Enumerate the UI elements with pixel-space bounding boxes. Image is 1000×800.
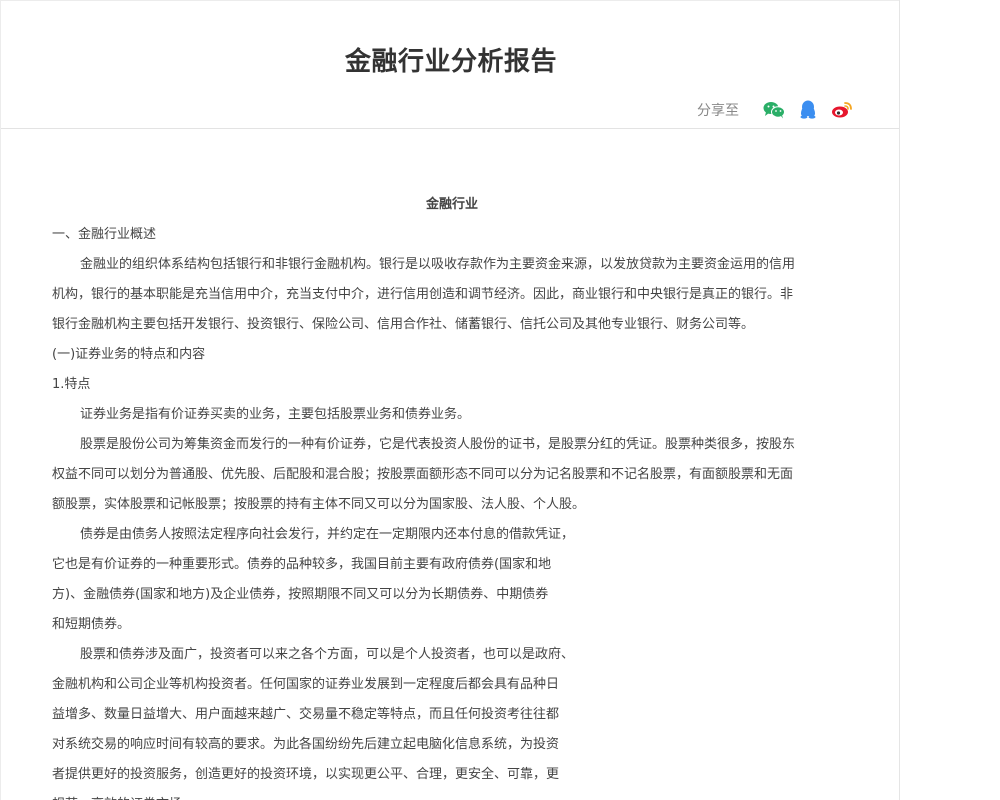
document-heading: 金融行业	[425, 197, 478, 212]
paragraph-line: 对系统交易的响应时间有较高的要求。为此各国纷纷先后建立起电脑化信息系统，为投资	[52, 737, 560, 752]
qq-icon[interactable]	[797, 99, 819, 121]
paragraph-line: 银行金融机构主要包括开发银行、投资银行、保险公司、信用合作社、储蓄银行、信托公司…	[52, 317, 755, 332]
paragraph-line: 金融业的组织体系结构包括银行和非银行金融机构。银行是以吸收存款作为主要资金来源，…	[80, 257, 796, 272]
paragraph-line: 和短期债券。	[52, 617, 131, 632]
paragraph-line: 金融机构和公司企业等机构投资者。任何国家的证券业发展到一定程度后都会具有品种日	[52, 677, 560, 692]
share-bar: 分享至	[697, 98, 853, 122]
paragraph-line: (一)证券业务的特点和内容	[52, 347, 206, 362]
paragraph-line: 权益不同可以划分为普通股、优先股、后配股和混合股；按股票面额形态不同可以分为记名…	[52, 467, 794, 482]
report-card: 金融行业分析报告 分享至 金融行业 一、金融行业概述 金融业的组织体系结构包括银…	[0, 0, 900, 800]
document-body: 金融行业 一、金融行业概述金融业的组织体系结构包括银行和非银行金融机构。银行是以…	[52, 190, 852, 800]
paragraph-line: 方)、金融债券(国家和地方)及企业债券，按照期限不同又可以分为长期债券、中期债券	[52, 587, 549, 602]
paragraph-line: 股票是股份公司为筹集资金而发行的一种有价证券，它是代表投资人股份的证书，是股票分…	[80, 437, 796, 452]
paragraph-line: 一、金融行业概述	[52, 227, 157, 242]
paragraph-line: 规范、高效的证券市场。	[52, 790, 852, 800]
paragraph-line: 额股票，实体股票和记帐股票；按股票的持有主体不同又可以分为国家股、法人股、个人股…	[52, 497, 586, 512]
paragraph-line: 证券业务是指有价证券买卖的业务，主要包括股票业务和债券业务。	[80, 407, 471, 422]
report-header: 金融行业分析报告 分享至	[1, 0, 899, 129]
paragraph-line: 股票和债券涉及面广，投资者可以来之各个方面，可以是个人投资者，也可以是政府、	[80, 647, 575, 662]
page-title: 金融行业分析报告	[344, 47, 557, 77]
paragraph-line: 它也是有价证券的一种重要形式。债券的品种较多，我国目前主要有政府债券(国家和地	[52, 557, 552, 572]
paragraph-line: 债券是由债务人按照法定程序向社会发行，并约定在一定期限内还本付息的借款凭证，	[80, 527, 575, 542]
paragraph-line: 益增多、数量日益增大、用户面越来越广、交易量不稳定等特点，而且任何投资考往往都	[52, 707, 560, 722]
paragraph-line: 机构，银行的基本职能是充当信用中介，充当支付中介，进行信用创造和调节经济。因此，…	[52, 287, 794, 302]
paragraph-line: 1.特点	[52, 377, 91, 392]
wechat-icon[interactable]	[763, 99, 785, 121]
paragraph-line: 者提供更好的投资服务，创造更好的投资环境，以实现更公平、合理，更安全、可靠，更	[52, 767, 560, 782]
weibo-icon[interactable]	[831, 99, 853, 121]
share-label: 分享至	[697, 103, 739, 119]
